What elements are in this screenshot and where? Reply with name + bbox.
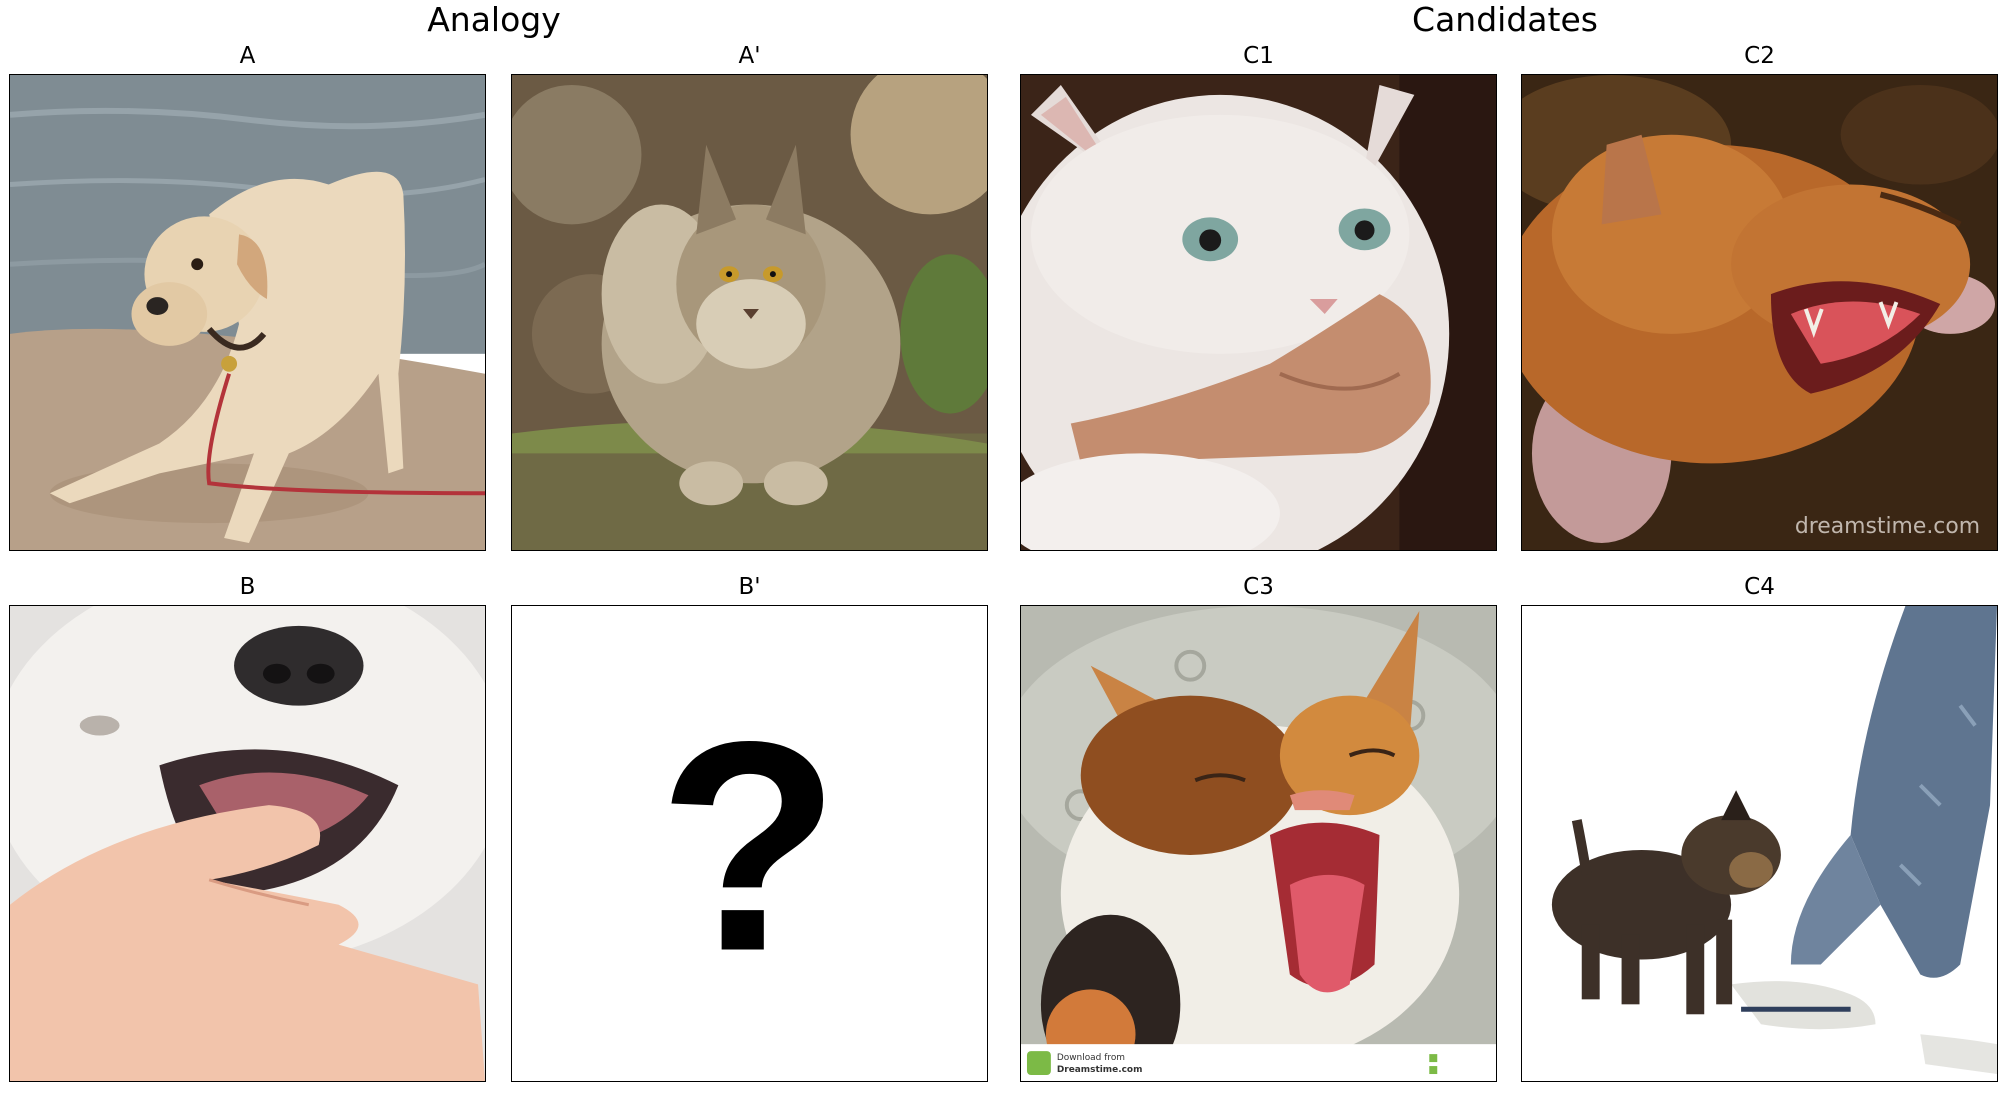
panel-a-prime-image[interactable]: [511, 74, 988, 551]
panel-label-c2: C2: [1744, 43, 1775, 69]
c2-watermark: dreamstime.com: [1795, 514, 1980, 539]
panel-a-image[interactable]: [9, 74, 486, 551]
panel-c1-image[interactable]: [1020, 74, 1497, 551]
panel-label-c4: C4: [1744, 574, 1775, 600]
yawning-calico-cat-image: Download from Dreamstime.com: [1021, 606, 1496, 1081]
panel-label-a: A: [239, 43, 256, 69]
panel-b-image[interactable]: [9, 605, 486, 1082]
panel-label-b-prime: B': [738, 574, 761, 600]
white-cat-biting-hand-image: [1021, 75, 1496, 550]
snarling-bobcat-image: dreamstime.com: [1522, 75, 1997, 550]
panel-c2-image[interactable]: dreamstime.com: [1521, 74, 1998, 551]
puppy-biting-pant-leg-image: [1522, 606, 1997, 1081]
panel-label-c1: C1: [1243, 43, 1274, 69]
puppy-nibbling-finger-image: [10, 606, 485, 1081]
candidates-heading: Candidates: [1412, 0, 1598, 39]
panel-label-a-prime: A': [738, 43, 761, 69]
unknown-answer-placeholder: ?: [512, 606, 987, 1081]
analogy-heading: Analogy: [427, 0, 561, 39]
c3-download-site: Dreamstime.com: [1057, 1065, 1143, 1075]
panel-c3-image[interactable]: Download from Dreamstime.com: [1020, 605, 1497, 1082]
question-mark-icon: ?: [658, 681, 840, 1014]
c3-download-text: Download from: [1057, 1053, 1125, 1063]
panel-label-b: B: [239, 574, 256, 600]
panel-label-c3: C3: [1243, 574, 1274, 600]
dog-on-beach-image: [10, 75, 485, 550]
lynx-image: [512, 75, 987, 550]
panel-b-prime-placeholder[interactable]: ?: [511, 605, 988, 1082]
panel-c4-image[interactable]: [1521, 605, 1998, 1082]
